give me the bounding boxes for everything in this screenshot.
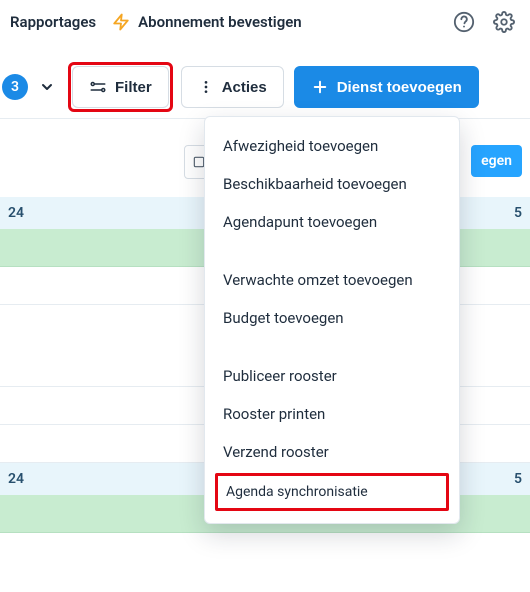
actions-button[interactable]: Acties (181, 66, 284, 108)
filter-highlight: Filter (70, 64, 171, 110)
menu-item-send-roster[interactable]: Verzend rooster (205, 433, 459, 471)
menu-item-agenda-item[interactable]: Agendapunt toevoegen (205, 203, 459, 241)
header-bar: Rapportages Abonnement bevestigen (0, 0, 530, 44)
nav-reports[interactable]: Rapportages (10, 13, 96, 31)
add-shift-button[interactable]: Dienst toevoegen (294, 66, 479, 108)
actions-label: Acties (222, 79, 267, 96)
help-icon[interactable] (452, 10, 476, 34)
add-chip-partial[interactable]: egen (471, 145, 522, 177)
menu-item-agenda-sync-highlight: Agenda synchronisatie (215, 473, 449, 511)
menu-item-availability[interactable]: Beschikbaarheid toevoegen (205, 165, 459, 203)
actions-menu: Afwezigheid toevoegen Beschikbaarheid to… (204, 116, 460, 524)
nav-confirm-label: Abonnement bevestigen (138, 13, 302, 31)
plus-icon (311, 78, 329, 96)
filter-count-group: 3 (2, 72, 60, 102)
day-row-2-left: 24 (8, 471, 24, 487)
day-row-1-left: 24 (8, 205, 24, 221)
filter-count-badge[interactable]: 3 (2, 74, 28, 100)
menu-item-absence[interactable]: Afwezigheid toevoegen (205, 127, 459, 165)
menu-item-print-roster[interactable]: Rooster printen (205, 395, 459, 433)
menu-item-expected-revenue[interactable]: Verwachte omzet toevoegen (205, 261, 459, 299)
menu-item-publish-roster[interactable]: Publiceer rooster (205, 357, 459, 395)
gear-icon[interactable] (492, 10, 516, 34)
add-shift-label: Dienst toevoegen (337, 79, 462, 96)
filter-label: Filter (115, 79, 152, 96)
sliders-icon (89, 78, 107, 96)
menu-item-agenda-sync[interactable]: Agenda synchronisatie (226, 484, 438, 500)
bolt-icon (112, 13, 130, 31)
nav-confirm-subscription[interactable]: Abonnement bevestigen (112, 13, 302, 31)
chevron-down-icon[interactable] (34, 72, 60, 102)
day-row-1-right: 5 (514, 205, 522, 221)
menu-item-budget[interactable]: Budget toevoegen (205, 299, 459, 337)
filter-button[interactable]: Filter (72, 66, 169, 108)
day-row-2-right: 5 (514, 471, 522, 487)
dots-vertical-icon (198, 78, 214, 96)
